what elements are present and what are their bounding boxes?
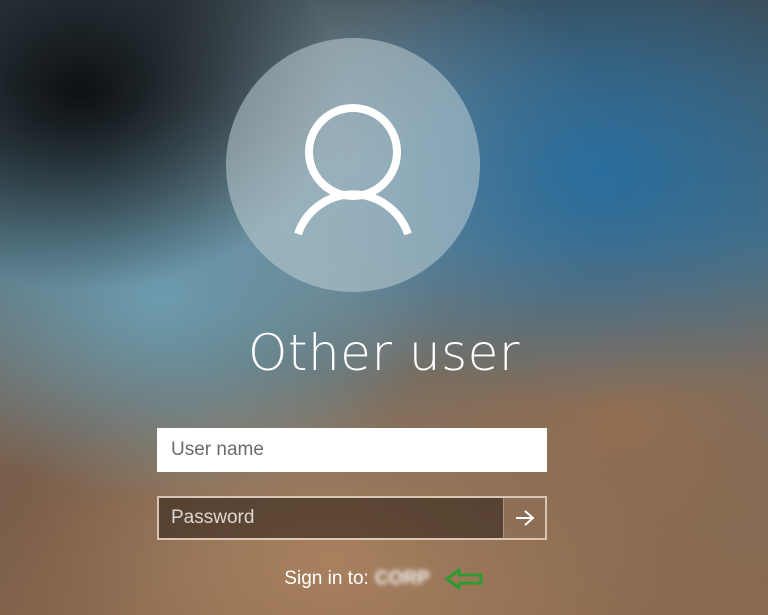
username-input[interactable]: [157, 428, 547, 472]
arrow-left-icon: [445, 568, 483, 590]
arrow-right-icon: [515, 510, 535, 526]
account-name: Other user: [248, 324, 520, 382]
user-silhouette-icon: [294, 104, 412, 236]
user-avatar: [226, 38, 480, 292]
submit-button[interactable]: [503, 498, 545, 538]
domain-name: CORP: [374, 568, 430, 589]
password-input[interactable]: [159, 498, 503, 538]
password-box: [157, 496, 547, 540]
sign-in-label: Sign in to:: [284, 568, 369, 589]
sign-in-domain-row: Sign in to: CORP: [0, 564, 768, 594]
